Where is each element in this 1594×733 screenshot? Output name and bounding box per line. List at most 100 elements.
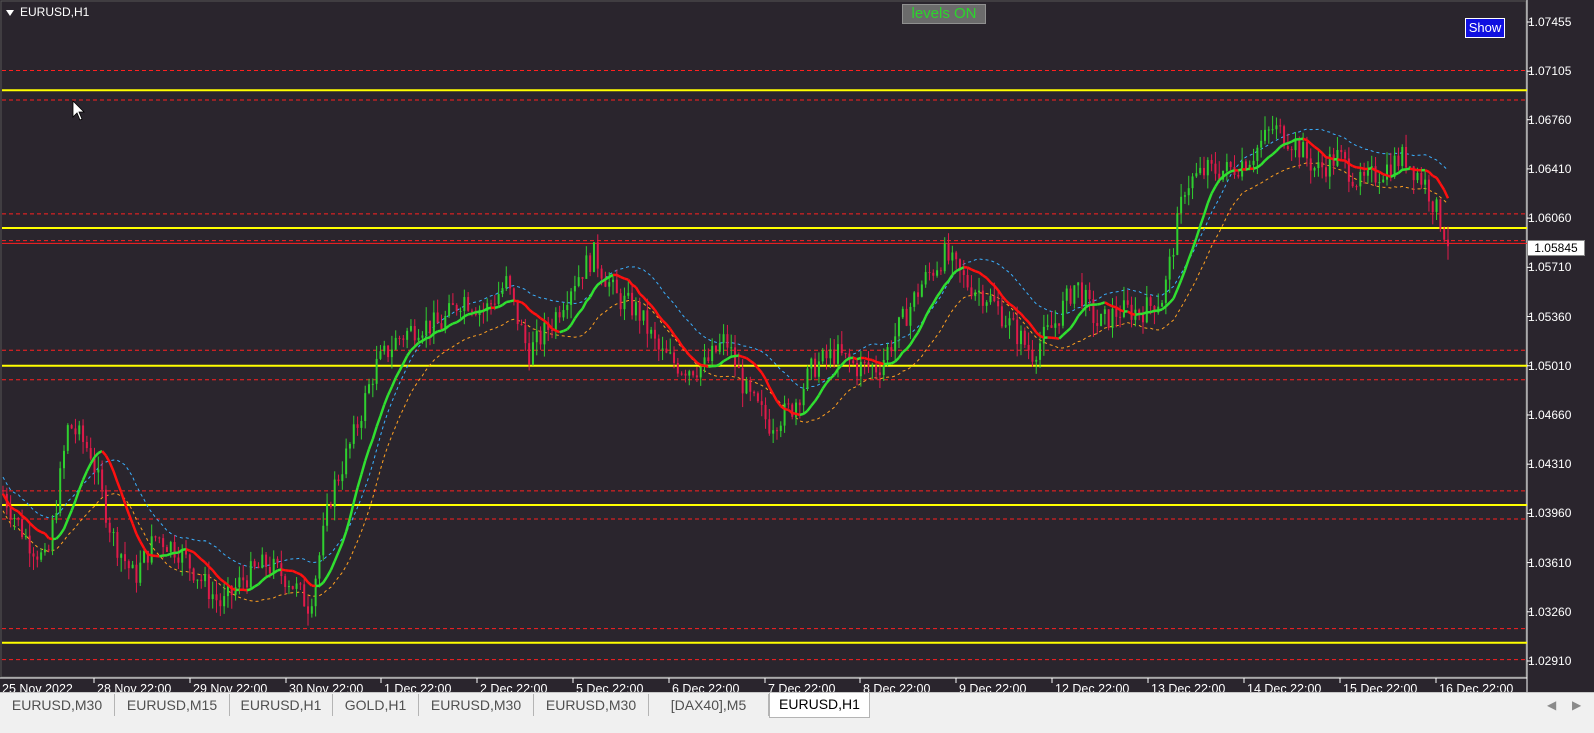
ma-segment [1254,167,1258,168]
ma-segment [156,556,160,557]
ma-segment [247,589,251,590]
ma-segment [621,277,625,279]
chart-tab[interactable]: GOLD,H1 [333,694,419,716]
ma-segment [14,510,18,512]
ma-segment [1360,168,1364,169]
ma-segment [705,366,709,367]
candle [1176,207,1178,256]
tab-scroll-right-icon[interactable]: ▶ [1572,698,1581,712]
ma-segment [792,413,796,414]
ma-segment [743,357,747,358]
ma-segment [708,366,712,367]
ma-segment [438,331,442,332]
chart-tab[interactable]: [DAX40],M5 [649,694,769,716]
chart-tab-bar: EURUSD,M30EURUSD,M15EURUSD,H1GOLD,H1EURU… [0,692,1594,733]
levels-toggle-button[interactable]: levels ON [902,4,986,24]
ma-segment [426,337,430,338]
price-axis-label: 1.03260 [1528,605,1594,619]
ma-segment [1143,312,1147,313]
ma-segment [1414,170,1418,171]
ma-segment [1231,170,1235,171]
ma-segment [1383,174,1387,175]
ma-segment [857,358,861,359]
ma-segment [1284,143,1288,144]
ma-segment [495,307,499,308]
candle [1100,314,1102,327]
ma-segment [1112,306,1116,307]
price-axis-label: 1.03610 [1528,556,1594,570]
tab-scroll-left-icon[interactable]: ◀ [1547,698,1556,712]
current-price-label: 1.05845 [1527,240,1585,256]
chart-tab[interactable]: EURUSD,H1 [769,693,870,718]
ma-segment [1330,158,1334,159]
ma-segment [1055,338,1059,339]
ma-segment [167,554,171,556]
ma-segment [53,539,57,540]
chart-tab[interactable]: EURUSD,M30 [0,694,115,716]
show-button[interactable]: Show [1465,18,1505,38]
ma-segment [1433,176,1437,178]
ma-segment [560,331,564,332]
candle [67,423,69,454]
ma-segment [190,551,194,552]
chart-title[interactable]: EURUSD,H1 [6,5,89,19]
ma-segment [1132,314,1136,315]
ma-segment [868,359,872,360]
ma-segment [278,569,282,570]
ma-segment [41,532,45,533]
chart-tab[interactable]: EURUSD,M30 [534,694,649,716]
price-axis-label: 1.02910 [1528,654,1594,668]
ma-segment [960,267,964,269]
ma-segment [186,549,190,550]
price-axis-label: 1.06760 [1528,113,1594,127]
collapse-triangle-icon[interactable] [6,10,14,16]
ma-segment [510,300,514,301]
ma-segment [1303,139,1307,140]
chart-window[interactable]: EURUSD,H1 levels ON Show 1.074551.071051… [0,0,1594,692]
candle [593,242,595,272]
ma-segment [1109,305,1113,307]
ma-segment [956,269,960,271]
ma-segment [865,358,869,359]
chart-tab[interactable]: EURUSD,M15 [115,694,230,716]
ma-segment [1101,302,1105,303]
ma-segment [1246,169,1250,170]
ma-segment [297,573,301,574]
ma-segment [1353,166,1357,167]
ma-segment [266,575,270,577]
ma-segment [281,569,285,570]
ma-segment [514,300,518,301]
ma-segment [182,549,186,550]
ma-segment [853,358,857,359]
ma-segment [441,329,445,331]
ma-segment [1288,142,1292,144]
ma-segment [975,271,979,272]
ma-segment [1097,304,1101,305]
ma-segment [891,362,895,364]
ma-segment [1410,169,1414,170]
ma-segment [800,414,804,415]
ma-segment [49,538,53,539]
ma-segment [563,329,567,331]
ma-segment [1387,175,1391,177]
ma-segment [624,279,628,280]
chart-tab[interactable]: EURUSD,H1 [230,694,333,716]
price-chart[interactable] [0,0,1594,692]
chart-tab[interactable]: EURUSD,M30 [419,694,534,716]
candle [59,462,61,517]
ma-segment [1425,170,1429,172]
ma-segment [1395,173,1399,175]
ma-segment [785,409,789,410]
ma-segment [232,588,236,590]
ma-segment [552,329,556,331]
ma-segment [796,414,800,415]
ma-segment [1337,159,1341,160]
ma-segment [453,322,457,323]
price-axis-label: 1.05360 [1528,310,1594,324]
price-axis-label: 1.05710 [1528,260,1594,274]
ma-segment [480,311,484,312]
ma-segment [872,360,876,362]
ma-segment [1040,336,1044,338]
ma-segment [243,590,247,591]
ma-segment [880,363,884,364]
